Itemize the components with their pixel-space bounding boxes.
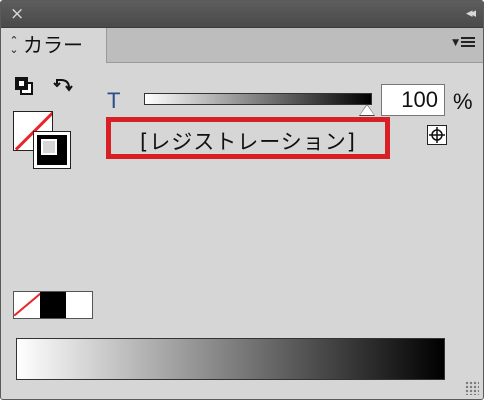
swatch-name: [レジストレーション] bbox=[140, 130, 356, 154]
swap-fill-stroke-icon[interactable] bbox=[53, 77, 73, 97]
color-panel: × ◂◂ ⌃ ⌄ カラー ▼ T 100 % [レジストレーション] bbox=[0, 0, 484, 400]
tint-slider[interactable] bbox=[144, 93, 372, 105]
tint-value-field[interactable]: 100 bbox=[381, 84, 445, 116]
tint-spectrum[interactable] bbox=[16, 338, 445, 380]
panel-menu-icon[interactable]: ▼ bbox=[452, 37, 475, 48]
tint-label: T bbox=[107, 88, 121, 113]
collapse-icon[interactable]: ◂◂ bbox=[466, 4, 476, 24]
stroke-swatch[interactable] bbox=[33, 131, 71, 169]
tab-bar: ⌃ ⌄ カラー ▼ bbox=[1, 28, 483, 63]
none-swatch[interactable] bbox=[14, 292, 40, 318]
close-icon[interactable]: × bbox=[10, 4, 24, 24]
tab-label: カラー bbox=[23, 33, 83, 57]
registration-icon[interactable] bbox=[427, 125, 447, 145]
tint-slider-handle[interactable] bbox=[360, 105, 374, 115]
tab-color[interactable]: ⌃ ⌄ カラー bbox=[1, 28, 107, 63]
swatch-name-highlight: [レジストレーション] bbox=[106, 117, 390, 159]
panel-titlebar[interactable]: × ◂◂ bbox=[1, 1, 483, 28]
tab-options-icon[interactable]: ⌃ ⌄ bbox=[9, 35, 19, 55]
white-swatch[interactable] bbox=[66, 292, 92, 318]
resize-grip-icon[interactable] bbox=[465, 381, 479, 395]
default-fill-stroke-icon[interactable] bbox=[15, 77, 35, 97]
black-swatch[interactable] bbox=[40, 292, 66, 318]
tint-unit: % bbox=[453, 89, 473, 114]
quick-swatches bbox=[13, 291, 93, 319]
